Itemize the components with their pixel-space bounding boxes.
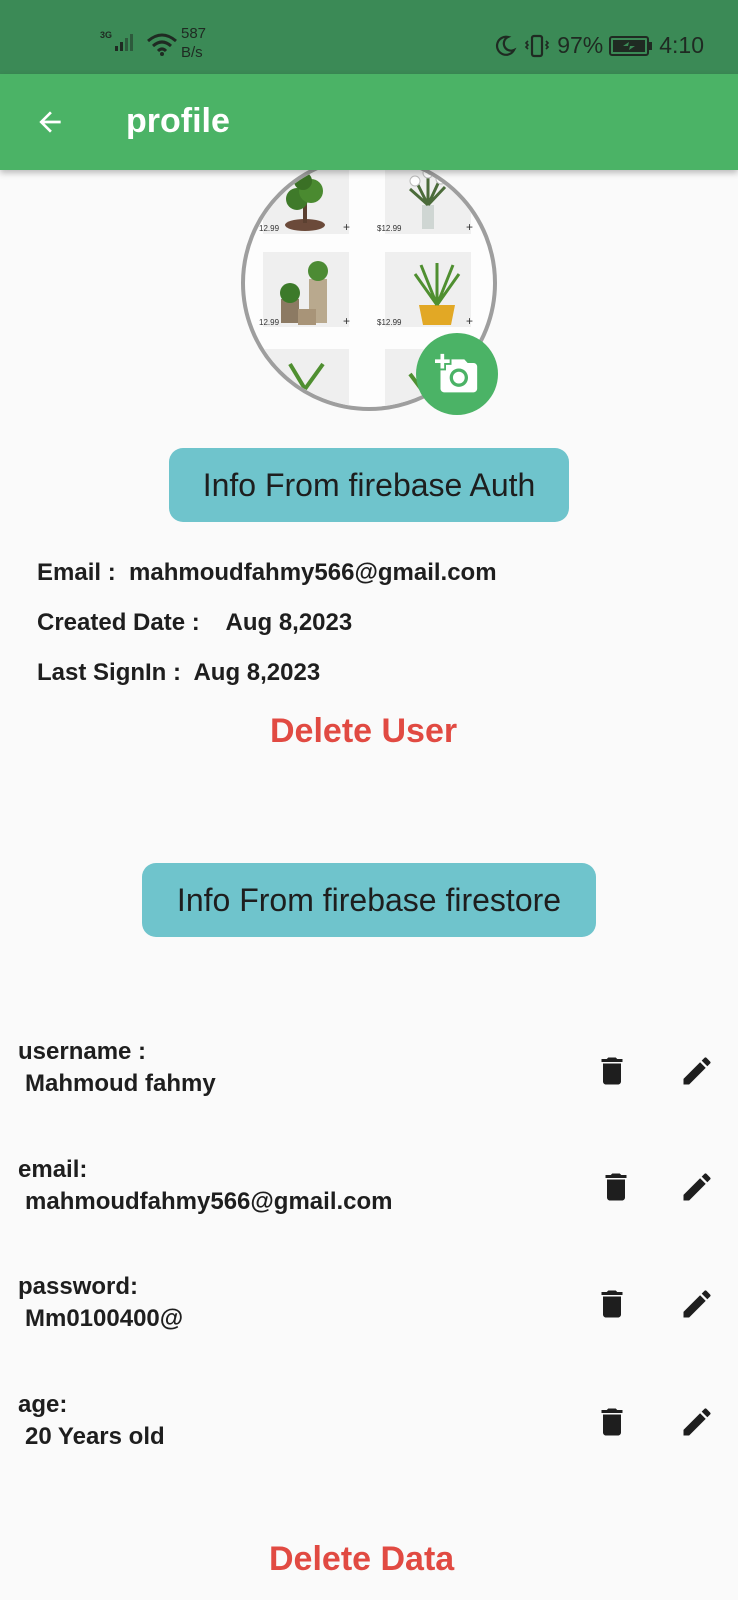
trash-icon xyxy=(601,1057,623,1085)
do-not-disturb-moon-icon xyxy=(496,35,517,56)
pencil-icon xyxy=(683,1173,711,1201)
svg-text:$12.99: $12.99 xyxy=(377,318,402,327)
field-label: password: xyxy=(18,1273,139,1300)
wifi-icon xyxy=(147,33,177,56)
svg-text:3G: 3G xyxy=(100,30,112,40)
auth-email-value: mahmoudfahmy566@gmail.com xyxy=(129,559,497,586)
svg-text:+: + xyxy=(466,220,473,234)
auth-created-row: Created Date : Aug 8,2023 xyxy=(37,608,497,658)
cellular-signal-icon: 3G xyxy=(100,30,133,51)
field-value: 20 Years old xyxy=(25,1423,165,1450)
field-label: email: xyxy=(18,1156,88,1183)
trash-icon xyxy=(601,1290,623,1318)
auth-email-row: Email : mahmoudfahmy566@gmail.com xyxy=(37,558,497,608)
auth-created-value: Aug 8,2023 xyxy=(225,609,353,636)
clock-time: 4:10 xyxy=(659,32,704,58)
delete-email-button[interactable] xyxy=(594,1165,638,1209)
svg-text:$12.99: $12.99 xyxy=(377,224,402,233)
pencil-icon xyxy=(683,1408,711,1436)
profile-avatar-section: 12.99 $12.99 12.99 $12.99 + + + + xyxy=(241,155,498,415)
auth-info-list: Email : mahmoudfahmy566@gmail.com Create… xyxy=(37,558,497,708)
delete-password-button[interactable] xyxy=(590,1282,634,1326)
field-label: age: xyxy=(18,1391,68,1418)
field-value: mahmoudfahmy566@gmail.com xyxy=(25,1188,393,1215)
svg-text:+: + xyxy=(343,314,350,328)
battery-charging-icon xyxy=(609,35,653,56)
auth-email-label: Email : xyxy=(37,559,116,586)
auth-signin-row: Last SignIn : Aug 8,2023 xyxy=(37,658,497,708)
battery-percent: 97% xyxy=(557,32,604,58)
delete-username-button[interactable] xyxy=(590,1049,634,1093)
arrow-back-icon xyxy=(39,111,61,133)
change-photo-button[interactable] xyxy=(416,333,498,415)
field-label: username : xyxy=(18,1038,147,1065)
trash-icon xyxy=(605,1173,627,1201)
back-button[interactable] xyxy=(24,96,76,148)
trash-icon xyxy=(601,1408,623,1436)
field-email: email: mahmoudfahmy566@gmail.com xyxy=(18,1155,718,1235)
pencil-icon xyxy=(683,1290,711,1318)
edit-email-button[interactable] xyxy=(675,1165,719,1209)
pencil-icon xyxy=(683,1057,711,1085)
field-password: password: Mm0100400@ xyxy=(18,1272,718,1352)
svg-text:12.99: 12.99 xyxy=(259,224,280,233)
firestore-info-header: Info From firebase firestore xyxy=(142,863,596,937)
delete-user-button[interactable]: Delete User xyxy=(270,712,457,751)
svg-text:12.99: 12.99 xyxy=(259,318,280,327)
auth-signin-value: Aug 8,2023 xyxy=(193,659,321,686)
add-a-photo-icon xyxy=(435,353,478,393)
field-username: username : Mahmoud fahmy xyxy=(18,1037,718,1117)
network-speed: 587 B/s xyxy=(181,24,206,62)
app-bar: profile xyxy=(0,74,738,170)
field-value: Mahmoud fahmy xyxy=(25,1070,216,1097)
vibrate-icon xyxy=(525,34,550,57)
svg-text:+: + xyxy=(343,220,350,234)
edit-password-button[interactable] xyxy=(675,1282,719,1326)
delete-data-button[interactable]: Delete Data xyxy=(269,1540,454,1579)
edit-username-button[interactable] xyxy=(675,1049,719,1093)
field-age: age: 20 Years old xyxy=(18,1390,718,1470)
speed-value: 587 xyxy=(181,25,207,42)
status-bar: 3G 587 B/s 97% 4:10 xyxy=(0,0,738,74)
auth-info-header: Info From firebase Auth xyxy=(169,448,569,522)
svg-text:+: + xyxy=(466,314,473,328)
speed-unit: B/s xyxy=(181,44,203,61)
field-value: Mm0100400@ xyxy=(25,1305,184,1332)
auth-signin-label: Last SignIn : xyxy=(37,659,181,686)
auth-created-label: Created Date : xyxy=(37,609,200,636)
delete-age-button[interactable] xyxy=(590,1400,634,1444)
edit-age-button[interactable] xyxy=(675,1400,719,1444)
page-title: profile xyxy=(126,102,230,140)
